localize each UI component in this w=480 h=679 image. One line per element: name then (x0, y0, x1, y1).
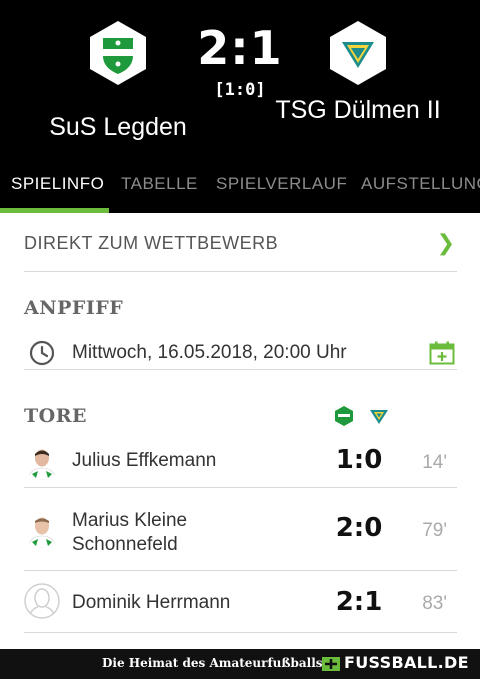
goal-minute: 79' (422, 520, 447, 541)
tab-aufstellung[interactable]: AUFSTELLUNG (361, 168, 480, 213)
active-tab-indicator (0, 208, 109, 213)
footer-banner[interactable]: Die Heimat des Amateurfußballs FUSSBALL.… (0, 649, 480, 679)
kickoff-datetime: Mittwoch, 16.05.2018, 20:00 Uhr (72, 342, 347, 363)
placeholder-avatar (24, 583, 60, 619)
tab-tabelle[interactable]: TABELLE (121, 168, 198, 213)
clock-icon (29, 340, 55, 366)
goal-score: 2:1 (335, 587, 383, 617)
tab-bar: SPIELINFO TABELLE SPIELVERLAUF AUFSTELLU… (0, 168, 480, 213)
calendar-add-icon[interactable] (429, 341, 455, 365)
goal-scorer-name: Dominik Herrmann (72, 592, 231, 613)
kickoff-section-title: ANPFIFF (24, 297, 124, 319)
sus-legden-crest-icon[interactable] (89, 20, 147, 86)
goal-minute: 83' (422, 593, 447, 614)
goal-scorer-name: Marius Kleine Schonnefeld (72, 510, 188, 555)
competition-link[interactable]: DIREKT ZUM WETTBEWERB ❯ (24, 220, 457, 272)
goal-score: 1:0 (335, 445, 383, 475)
footer-slogan: Die Heimat des Amateurfußballs (102, 656, 323, 670)
goal-row[interactable]: Julius Effkemann 1:0 14' (24, 438, 457, 488)
goal-scorer-name: Julius Effkemann (72, 450, 217, 471)
away-crest-small-icon (370, 410, 388, 424)
tab-spielinfo[interactable]: SPIELINFO (11, 168, 104, 213)
fussball-logo-icon (322, 657, 340, 671)
final-score: 2:1 (197, 21, 283, 75)
goal-row[interactable]: Marius Kleine Schonnefeld 2:0 79' (24, 488, 457, 571)
goal-minute: 14' (422, 452, 447, 473)
player-photo (24, 512, 60, 548)
player-photo (24, 444, 60, 480)
goal-row[interactable]: Dominik Herrmann 2:1 83' (24, 571, 457, 633)
goal-score: 2:0 (335, 513, 383, 543)
competition-link-label: DIREKT ZUM WETTBEWERB (24, 233, 279, 253)
tsg-duelmen-crest-icon[interactable] (329, 20, 387, 86)
chevron-right-icon: ❯ (436, 230, 455, 255)
footer-brand: FUSSBALL.DE (344, 653, 469, 672)
away-team-name[interactable]: TSG Dülmen II (270, 95, 446, 125)
home-team-name[interactable]: SuS Legden (28, 112, 208, 142)
goals-section-title: TORE (24, 405, 87, 427)
kickoff-row: Mittwoch, 16.05.2018, 20:00 Uhr (24, 335, 457, 370)
home-crest-small-icon (335, 406, 353, 426)
match-header: 2:1 [1:0] SuS Legden TSG Dülmen II SPIEL… (0, 0, 480, 213)
tab-spielverlauf[interactable]: SPIELVERLAUF (216, 168, 347, 213)
